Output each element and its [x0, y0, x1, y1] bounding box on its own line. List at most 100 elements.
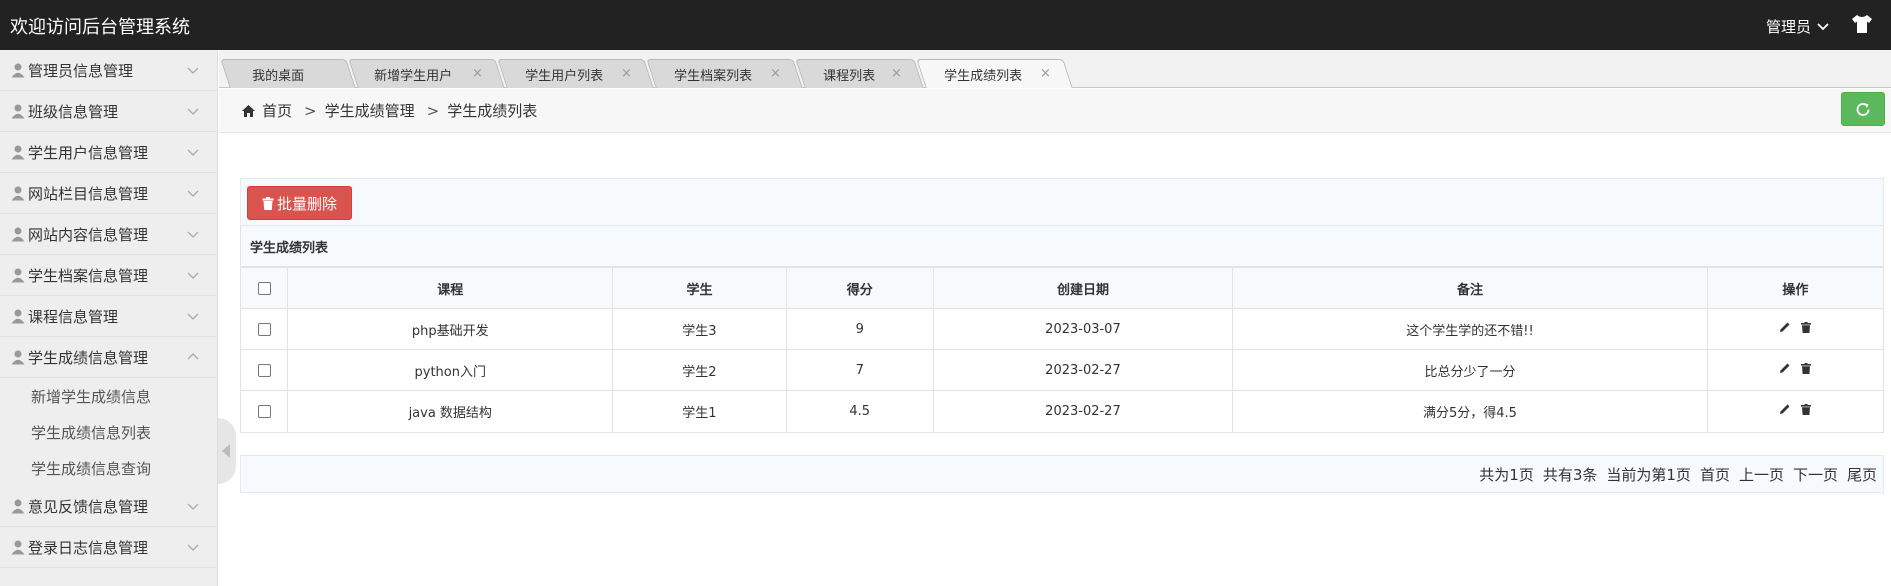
select-all-checkbox[interactable]	[257, 281, 271, 295]
column-header: 课程	[287, 267, 614, 309]
sidebar-item-label: 学生成绩信息管理	[28, 348, 149, 367]
sidebar-item-label: 管理员信息管理	[28, 61, 134, 80]
sidebar-item-label: 意见反馈信息管理	[28, 497, 149, 516]
course-cell: php基础开发	[287, 308, 614, 350]
pager-prev-link[interactable]: 上一页	[1739, 464, 1784, 485]
sidebar-item-label: 班级信息管理	[28, 102, 119, 121]
tab-bar: 我的桌面 新增学生用户 × 学生用户列表 × 学生档案列表 × 课程列表 × 学…	[219, 50, 1891, 88]
user-menu[interactable]: 管理员	[1766, 16, 1829, 37]
sidebar-item-student-archive[interactable]: 学生档案信息管理	[0, 255, 217, 296]
table-row: python入门 学生2 7 2023-02-27 比总分少了一分	[241, 349, 1883, 391]
tab-label: 学生档案列表	[674, 68, 753, 84]
tab-course-list[interactable]: 课程列表 ×	[795, 59, 924, 88]
sidebar-subitem-score-list[interactable]: 学生成绩信息列表	[0, 414, 217, 450]
chevron-down-icon	[187, 190, 199, 197]
pager-next-link[interactable]: 下一页	[1793, 464, 1838, 485]
close-icon[interactable]: ×	[1040, 66, 1051, 81]
user-name: 管理员	[1765, 18, 1811, 36]
breadcrumb-level1[interactable]: 学生成绩管理	[325, 100, 415, 121]
tab-student-archive-list[interactable]: 学生档案列表 ×	[646, 59, 803, 88]
chevron-down-icon	[187, 544, 199, 551]
sidebar-item-feedback[interactable]: 意见反馈信息管理	[0, 486, 217, 527]
sidebar-item-label: 网站栏目信息管理	[28, 184, 149, 203]
user-icon	[11, 63, 25, 78]
close-icon[interactable]: ×	[891, 66, 902, 81]
sidebar-item-label: 网站内容信息管理	[28, 225, 149, 244]
tab-desktop[interactable]: 我的桌面	[220, 59, 356, 88]
chevron-down-icon	[187, 67, 199, 74]
sidebar-item-score[interactable]: 学生成绩信息管理	[0, 337, 217, 378]
user-icon	[11, 540, 25, 555]
row-select-cell	[241, 349, 289, 391]
breadcrumb-level2: 学生成绩列表	[447, 102, 538, 120]
theme-shirt-icon[interactable]	[1851, 14, 1873, 34]
edit-pencil-icon[interactable]	[1779, 403, 1791, 415]
pager-total-items: 共有3条	[1542, 465, 1598, 484]
tab-label: 学生成绩列表	[944, 68, 1023, 84]
row-checkbox[interactable]	[257, 363, 271, 377]
user-icon	[11, 350, 25, 365]
pager-last-link[interactable]: 尾页	[1847, 464, 1877, 485]
tab-add-student-user[interactable]: 新增学生用户 ×	[348, 59, 505, 88]
column-header: 创建日期	[932, 267, 1234, 309]
note-cell: 满分5分，得4.5	[1232, 390, 1708, 432]
pager-first-link[interactable]: 首页	[1700, 464, 1730, 485]
pager-total-pages: 共为1页	[1479, 465, 1534, 484]
sidebar-item-class[interactable]: 班级信息管理	[0, 91, 217, 132]
chevron-down-icon	[1817, 22, 1829, 30]
score-table: 课程 学生 得分 创建日期 备注 操作 php基础开发 学生3 9 2023-0…	[241, 267, 1883, 432]
sidebar-item-site-column[interactable]: 网站栏目信息管理	[0, 173, 217, 214]
tab-label: 课程列表	[823, 68, 876, 84]
breadcrumb-separator: >	[426, 101, 440, 120]
sidebar-item-login-log[interactable]: 登录日志信息管理	[0, 527, 217, 568]
breadcrumb: 首页 > 学生成绩管理 > 学生成绩列表	[219, 89, 1891, 133]
user-icon	[11, 227, 25, 242]
sidebar-item-label: 登录日志信息管理	[28, 538, 149, 557]
action-toolbar: 批量删除	[240, 178, 1884, 226]
table-header-row: 课程 学生 得分 创建日期 备注 操作	[241, 267, 1883, 309]
collapse-left-icon	[222, 444, 230, 458]
tab-label: 我的桌面	[252, 68, 305, 84]
batch-delete-label: 批量删除	[277, 194, 338, 213]
sidebar-item-label: 学生档案信息管理	[28, 266, 149, 285]
select-all-cell	[241, 267, 289, 309]
sidebar-item-admin[interactable]: 管理员信息管理	[0, 50, 217, 91]
delete-trash-icon[interactable]	[1801, 321, 1812, 333]
refresh-button[interactable]	[1841, 92, 1885, 126]
edit-pencil-icon[interactable]	[1779, 362, 1791, 374]
table-row: php基础开发 学生3 9 2023-03-07 这个学生学的还不错!!	[241, 308, 1883, 350]
tab-score-list[interactable]: 学生成绩列表 ×	[916, 59, 1073, 88]
row-select-cell	[241, 308, 289, 350]
tab-student-user-list[interactable]: 学生用户列表 ×	[497, 59, 654, 88]
sidebar-collapse-handle[interactable]	[218, 418, 236, 484]
row-checkbox[interactable]	[257, 404, 271, 418]
chevron-up-icon	[187, 353, 199, 360]
table-row: java 数据结构 学生1 4.5 2023-02-27 满分5分，得4.5	[241, 390, 1883, 432]
close-icon[interactable]: ×	[472, 66, 483, 81]
close-icon[interactable]: ×	[770, 66, 781, 81]
user-icon	[11, 145, 25, 160]
column-header: 备注	[1232, 267, 1708, 309]
column-header: 学生	[612, 267, 787, 309]
ops-cell	[1706, 390, 1883, 432]
user-icon	[11, 499, 25, 514]
delete-trash-icon[interactable]	[1801, 362, 1812, 374]
pagination: 共为1页 共有3条 当前为第1页 首页 上一页 下一页 尾页	[240, 455, 1884, 493]
sidebar-item-student-user[interactable]: 学生用户信息管理	[0, 132, 217, 173]
sidebar-subitem-score-query[interactable]: 学生成绩信息查询	[0, 450, 217, 486]
student-cell: 学生1	[612, 390, 787, 432]
batch-delete-button[interactable]: 批量删除	[247, 186, 353, 220]
home-icon	[242, 104, 255, 117]
sidebar-item-course[interactable]: 课程信息管理	[0, 296, 217, 337]
row-checkbox[interactable]	[257, 322, 271, 336]
date-cell: 2023-02-27	[932, 349, 1234, 391]
breadcrumb-home[interactable]: 首页	[262, 100, 292, 121]
delete-trash-icon[interactable]	[1801, 403, 1812, 415]
sidebar-subitem-add-score[interactable]: 新增学生成绩信息	[0, 378, 217, 414]
close-icon[interactable]: ×	[621, 66, 632, 81]
user-icon	[11, 268, 25, 283]
score-cell: 9	[785, 308, 934, 350]
sidebar-item-site-content[interactable]: 网站内容信息管理	[0, 214, 217, 255]
edit-pencil-icon[interactable]	[1779, 321, 1791, 333]
user-icon	[11, 104, 25, 119]
